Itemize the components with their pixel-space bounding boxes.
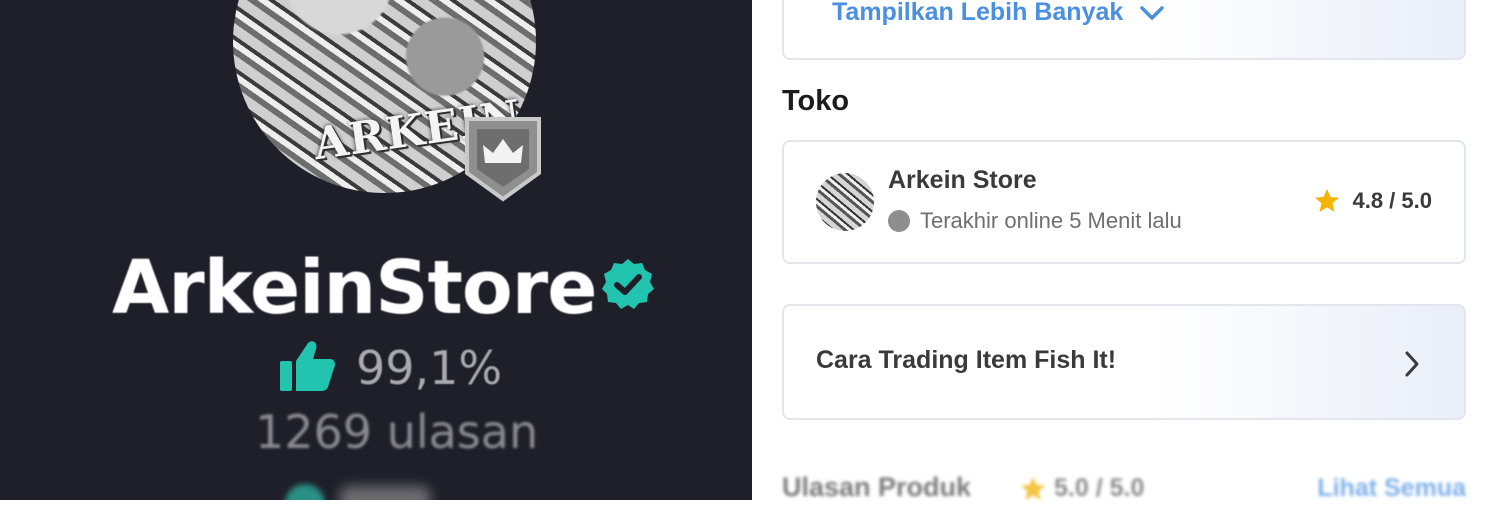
seller-reviews-count[interactable]: 1269 ulasan: [255, 405, 538, 459]
product-detail-panel: Tampilkan Lebih Banyak Toko Arkein Store…: [752, 0, 1500, 502]
product-reviews-rating: 5.0 / 5.0: [1020, 474, 1144, 503]
store-name: Arkein Store: [888, 166, 1037, 194]
trading-guide-label: Cara Trading Item Fish It!: [816, 346, 1117, 374]
star-icon: [1315, 189, 1340, 212]
store-rating-value: 4.8 / 5.0: [1352, 188, 1432, 213]
seller-name: ArkeinStore: [112, 245, 597, 331]
verified-icon: [602, 259, 654, 309]
see-all-link[interactable]: Lihat Semua: [1317, 474, 1466, 503]
seller-rating-percent: 99,1%: [356, 341, 503, 395]
cutoff-text: [340, 486, 430, 500]
product-reviews-rating-value: 5.0 / 5.0: [1054, 474, 1145, 502]
store-card[interactable]: Arkein Store Terakhir online 5 Menit lal…: [782, 140, 1466, 264]
star-icon: [1021, 476, 1045, 500]
store-avatar: [816, 173, 874, 231]
store-rating: 4.8 / 5.0: [1314, 188, 1432, 214]
product-reviews-header: Ulasan Produk 5.0 / 5.0 Lihat Semua: [782, 472, 1466, 512]
store-status-text: Terakhir online 5 Menit lalu: [920, 208, 1182, 233]
trading-guide-card[interactable]: Cara Trading Item Fish It!: [782, 304, 1466, 420]
cutoff-icon: [285, 484, 325, 500]
chevron-down-icon: [1140, 5, 1165, 20]
product-reviews-title: Ulasan Produk: [782, 472, 972, 502]
show-more-button[interactable]: Tampilkan Lebih Banyak: [832, 0, 1165, 27]
thumbs-up-icon: [280, 341, 335, 391]
store-section-title: Toko: [782, 85, 850, 117]
show-more-label: Tampilkan Lebih Banyak: [832, 0, 1124, 26]
store-status: Terakhir online 5 Menit lalu: [888, 208, 1182, 234]
crown-badge-icon: [465, 117, 541, 202]
chevron-right-icon: [1405, 351, 1419, 377]
description-card: Tampilkan Lebih Banyak: [782, 0, 1466, 60]
status-dot-icon: [888, 210, 910, 232]
seller-profile-panel: ARKEIN ArkeinStore 99,1% 1269 ulasan: [0, 0, 752, 500]
